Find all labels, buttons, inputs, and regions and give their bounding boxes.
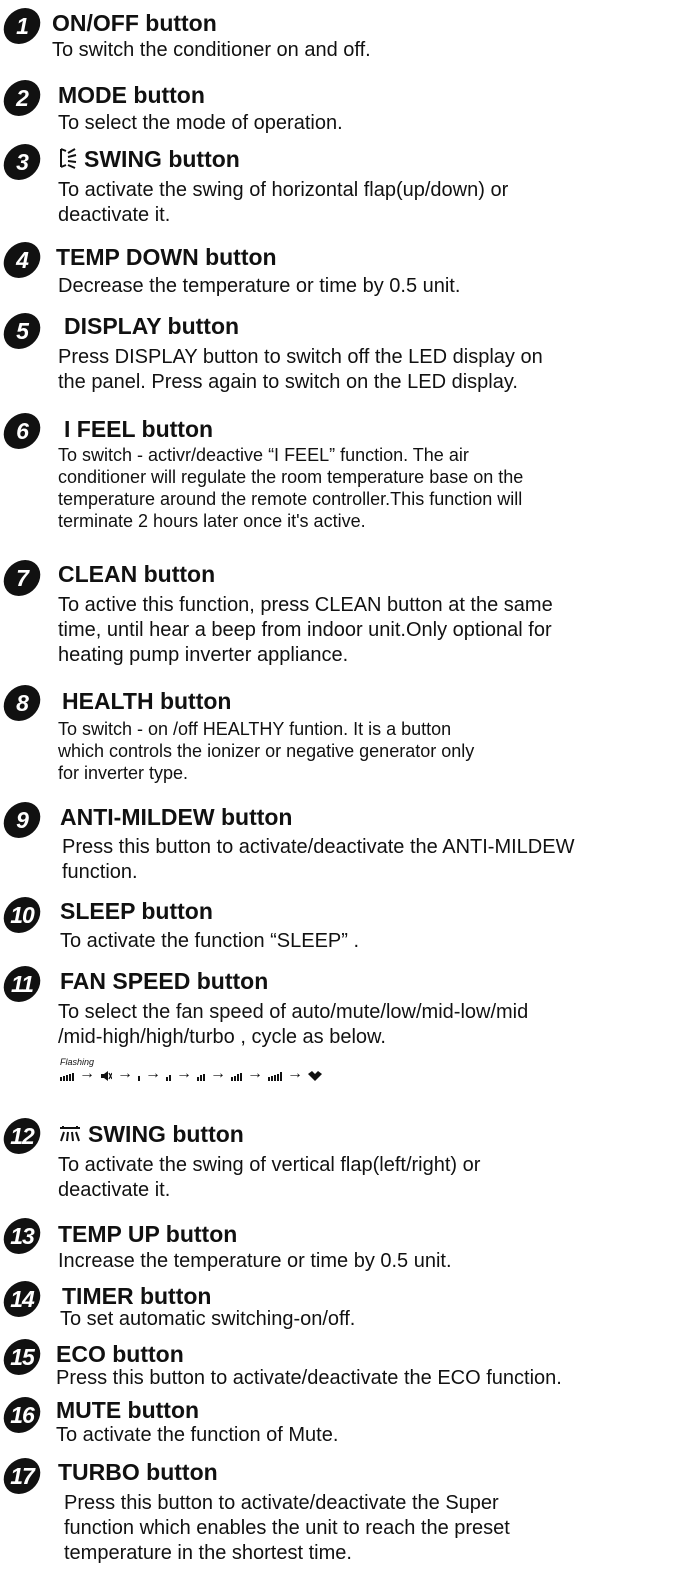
number-badge: 3 bbox=[0, 144, 44, 180]
number-badge: 8 bbox=[0, 685, 44, 721]
item-number: 2 bbox=[16, 84, 28, 111]
number-badge: 7 bbox=[0, 560, 44, 596]
item-number: 16 bbox=[10, 1401, 34, 1428]
item-number: 7 bbox=[16, 564, 28, 591]
item-description: To activate the swing of horizontal flap… bbox=[58, 179, 509, 226]
fan-auto-icon bbox=[60, 1072, 74, 1081]
item-number: 8 bbox=[16, 689, 28, 716]
number-badge: 6 bbox=[0, 413, 44, 449]
item-number: 1 bbox=[16, 12, 28, 39]
arrow-right-icon: → bbox=[117, 1065, 133, 1082]
item-description: Press DISPLAY button to switch off the L… bbox=[58, 346, 543, 393]
item-description: To activate the function “SLEEP” . bbox=[60, 930, 360, 952]
item-description: To set automatic switching-on/off. bbox=[60, 1308, 356, 1330]
item-number: 4 bbox=[16, 246, 28, 273]
item-title: TEMP DOWN button bbox=[56, 244, 277, 270]
item-description: To select the mode of operation. bbox=[58, 112, 343, 134]
number-badge: 11 bbox=[0, 966, 44, 1002]
fan-high-icon bbox=[268, 1072, 282, 1081]
item-title: SWING button bbox=[58, 1121, 244, 1149]
item-title: SWING button bbox=[58, 146, 240, 174]
fan-mid-low-icon bbox=[166, 1072, 171, 1081]
item-title: CLEAN button bbox=[58, 561, 216, 587]
item-title: TIMER button bbox=[62, 1283, 212, 1309]
arrow-right-icon: → bbox=[287, 1065, 303, 1082]
item-number: 13 bbox=[10, 1222, 34, 1249]
number-badge: 12 bbox=[0, 1118, 44, 1154]
item-number: 3 bbox=[16, 148, 28, 175]
fan-mid-high-icon bbox=[231, 1072, 242, 1081]
item-description: To activate the function of Mute. bbox=[56, 1424, 339, 1446]
mute-icon bbox=[101, 1071, 112, 1081]
item-title: TEMP UP button bbox=[58, 1221, 238, 1247]
item-title: ANTI-MILDEW button bbox=[60, 804, 293, 830]
arrow-right-icon: → bbox=[176, 1065, 192, 1082]
number-badge: 2 bbox=[0, 80, 44, 116]
item-title: I FEEL button bbox=[64, 416, 214, 442]
turbo-icon bbox=[308, 1071, 322, 1081]
item-description: To select the fan speed of auto/mute/low… bbox=[58, 1001, 529, 1048]
number-badge: 5 bbox=[0, 313, 44, 349]
item-number: 17 bbox=[10, 1462, 34, 1489]
item-number: 10 bbox=[10, 901, 34, 928]
number-badge: 9 bbox=[0, 802, 44, 838]
horizontal-swing-icon bbox=[58, 147, 78, 174]
number-badge: 16 bbox=[0, 1397, 44, 1433]
fan-mid-icon bbox=[197, 1072, 205, 1081]
item-number: 14 bbox=[10, 1285, 34, 1312]
item-title: HEALTH button bbox=[62, 688, 232, 714]
item-description: To activate the swing of vertical flap(l… bbox=[58, 1154, 481, 1201]
arrow-right-icon: → bbox=[79, 1065, 95, 1082]
item-description: To active this function, press CLEAN but… bbox=[58, 594, 553, 666]
item-title: SLEEP button bbox=[60, 898, 213, 924]
item-description: Press this button to activate/deactivate… bbox=[64, 1492, 510, 1564]
item-title: DISPLAY button bbox=[64, 313, 240, 339]
item-title: ON/OFF button bbox=[52, 10, 217, 36]
item-description: Press this button to activate/deactivate… bbox=[62, 836, 575, 883]
item-number: 12 bbox=[10, 1122, 34, 1149]
fan-speed-cycle: Flashing → → → → → → → bbox=[0, 1054, 691, 1084]
number-badge: 17 bbox=[0, 1458, 44, 1494]
arrow-right-icon: → bbox=[210, 1065, 226, 1082]
item-title: ECO button bbox=[56, 1341, 184, 1367]
item-title: TURBO button bbox=[58, 1459, 218, 1485]
item-description: Press this button to activate/deactivate… bbox=[56, 1367, 562, 1389]
item-number: 15 bbox=[10, 1343, 34, 1370]
number-badge: 15 bbox=[0, 1339, 44, 1375]
fan-low-icon bbox=[138, 1072, 140, 1081]
arrow-right-icon: → bbox=[247, 1065, 263, 1082]
item-description: To switch - on /off HEALTHY funtion. It … bbox=[58, 719, 475, 783]
number-badge: 1 bbox=[0, 8, 44, 44]
number-badge: 14 bbox=[0, 1281, 44, 1317]
item-title: FAN SPEED button bbox=[60, 968, 269, 994]
item-description: To switch - activr/deactive “I FEEL” fun… bbox=[58, 445, 524, 531]
vertical-swing-icon bbox=[58, 1123, 82, 1149]
item-title: MUTE button bbox=[56, 1397, 200, 1423]
item-number: 5 bbox=[16, 317, 28, 344]
item-description: Increase the temperature or time by 0.5 … bbox=[58, 1250, 452, 1272]
item-title: MODE button bbox=[58, 82, 205, 108]
item-description: Decrease the temperature or time by 0.5 … bbox=[58, 275, 461, 297]
item-number: 9 bbox=[16, 806, 28, 833]
number-badge: 10 bbox=[0, 897, 44, 933]
item-number: 11 bbox=[11, 970, 33, 997]
number-badge: 13 bbox=[0, 1218, 44, 1254]
item-number: 6 bbox=[16, 417, 28, 444]
number-badge: 4 bbox=[0, 242, 44, 278]
item-description: To switch the conditioner on and off. bbox=[52, 39, 371, 61]
arrow-right-icon: → bbox=[145, 1065, 161, 1082]
